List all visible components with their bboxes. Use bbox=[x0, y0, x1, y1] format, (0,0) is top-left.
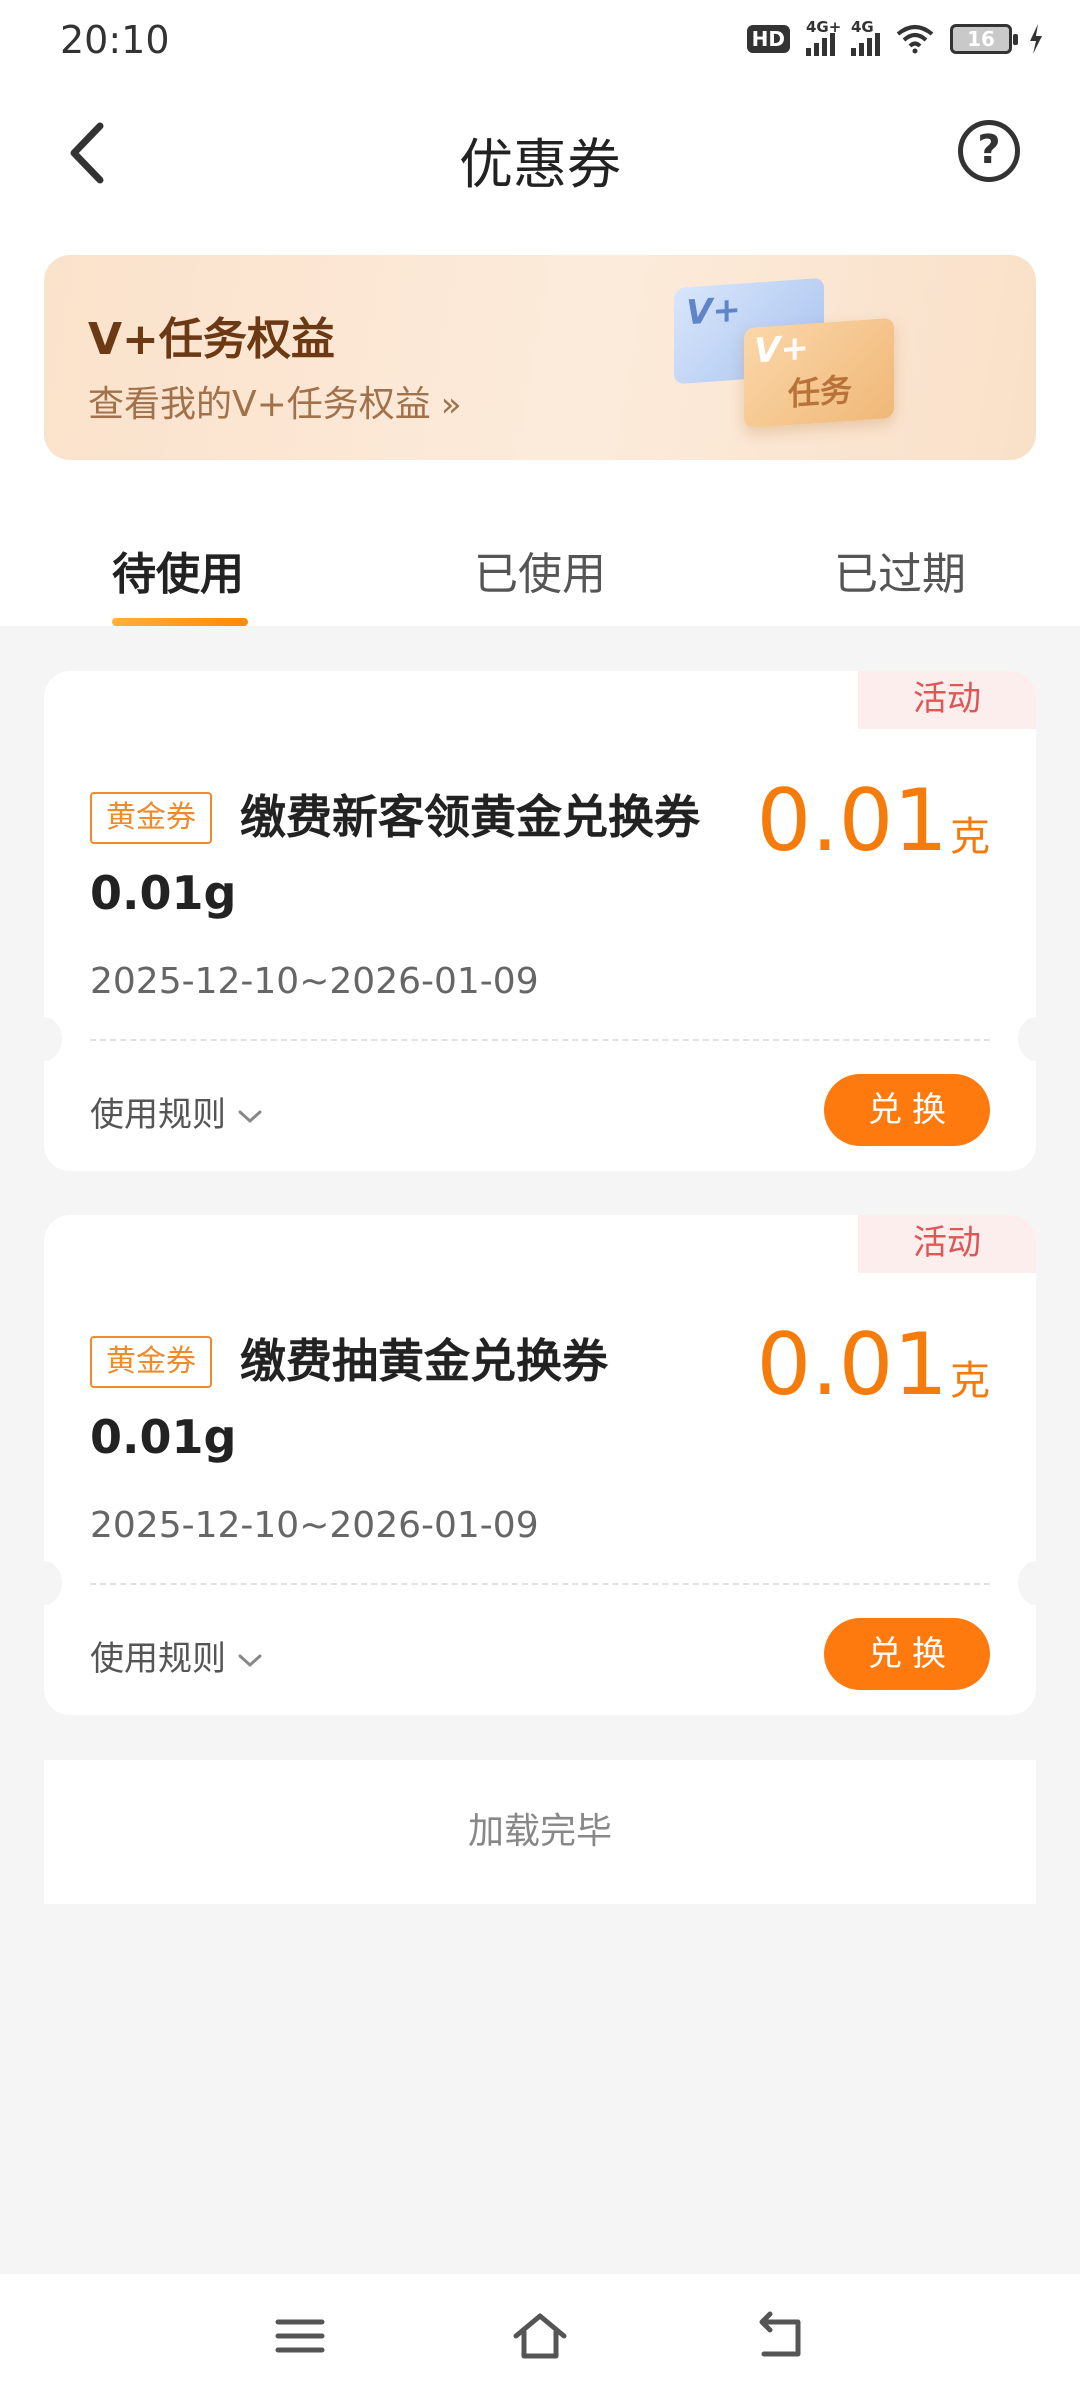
status-bar: 20:10 HD 4G+ 4G 16 bbox=[0, 0, 1080, 80]
usage-rules-toggle[interactable]: 使用规则 bbox=[90, 1631, 264, 1680]
coupon-amount: 0.01克 bbox=[757, 771, 990, 871]
vplus-task-banner[interactable]: V+任务权益 查看我的V+任务权益» V+ V+ 任务 bbox=[44, 255, 1036, 460]
load-complete-text: 加载完毕 bbox=[44, 1760, 1036, 1904]
signal-4g-plus-icon: 4G+ bbox=[806, 18, 841, 56]
coupon-amount: 0.01克 bbox=[757, 1315, 990, 1415]
dashed-divider bbox=[90, 1039, 990, 1041]
home-icon[interactable] bbox=[510, 2308, 570, 2364]
usage-rules-label: 使用规则 bbox=[90, 1095, 226, 1135]
activity-tag: 活动 bbox=[858, 671, 1036, 729]
page-title: 优惠券 bbox=[459, 133, 621, 196]
card-back-label: V+ bbox=[686, 289, 741, 334]
active-tab-indicator bbox=[112, 618, 248, 626]
chevron-down-icon bbox=[238, 1110, 262, 1123]
system-nav-bar bbox=[0, 2274, 1080, 2400]
tab-unused[interactable]: 待使用 bbox=[112, 538, 244, 602]
amount-value: 0.01 bbox=[756, 1315, 948, 1415]
card-front-label: V+ bbox=[754, 327, 809, 372]
banner-section: V+任务权益 查看我的V+任务权益» V+ V+ 任务 bbox=[0, 230, 1080, 480]
chevron-down-icon bbox=[238, 1654, 262, 1667]
banner-subtitle-text: 查看我的V+任务权益 bbox=[88, 384, 431, 425]
banner-title: V+任务权益 bbox=[88, 314, 335, 365]
coupon-tabs: 待使用 已使用 已过期 bbox=[0, 480, 1080, 626]
usage-rules-label: 使用规则 bbox=[90, 1639, 226, 1679]
card-front-text: 任务 bbox=[788, 370, 853, 414]
coupon-card: 活动 缴费新客领黄金兑换券0.01g 黄金券 0.01克 2025-12-10~… bbox=[26, 671, 1054, 1171]
signal-4g-icon: 4G bbox=[851, 18, 880, 56]
usage-rules-toggle[interactable]: 使用规则 bbox=[90, 1087, 264, 1136]
coupon-card: 活动 缴费抽黄金兑换券0.01g 黄金券 0.01克 2025-12-10~20… bbox=[26, 1215, 1054, 1715]
gold-coupon-badge: 黄金券 bbox=[90, 1336, 212, 1388]
hd-voice-icon: HD bbox=[746, 25, 790, 53]
coupon-validity: 2025-12-10~2026-01-09 bbox=[90, 961, 539, 1002]
vplus-card-illustration-front: V+ 任务 bbox=[744, 317, 894, 429]
amount-unit: 克 bbox=[950, 1358, 990, 1404]
tab-used[interactable]: 已使用 bbox=[474, 538, 606, 602]
redeem-button[interactable]: 兑换 bbox=[824, 1074, 990, 1146]
amount-unit: 克 bbox=[950, 814, 990, 860]
menu-icon[interactable] bbox=[270, 2308, 330, 2364]
banner-subtitle: 查看我的V+任务权益» bbox=[88, 375, 462, 427]
redeem-button[interactable]: 兑换 bbox=[824, 1618, 990, 1690]
app-header: 优惠券 ? bbox=[0, 80, 1080, 230]
back-icon[interactable] bbox=[750, 2308, 810, 2364]
coupon-validity: 2025-12-10~2026-01-09 bbox=[90, 1505, 539, 1546]
gold-coupon-badge: 黄金券 bbox=[90, 792, 212, 844]
battery-icon: 16 bbox=[950, 24, 1018, 54]
dashed-divider bbox=[90, 1583, 990, 1585]
tab-expired[interactable]: 已过期 bbox=[834, 538, 966, 602]
status-icons: HD 4G+ 4G 16 bbox=[746, 18, 1044, 56]
question-circle-icon[interactable]: ? bbox=[958, 120, 1020, 182]
double-chevron-right-icon: » bbox=[440, 385, 462, 425]
wifi-icon bbox=[896, 25, 934, 54]
charging-icon bbox=[1030, 24, 1042, 54]
status-time: 20:10 bbox=[60, 18, 170, 62]
amount-value: 0.01 bbox=[756, 771, 948, 871]
activity-tag: 活动 bbox=[858, 1215, 1036, 1273]
